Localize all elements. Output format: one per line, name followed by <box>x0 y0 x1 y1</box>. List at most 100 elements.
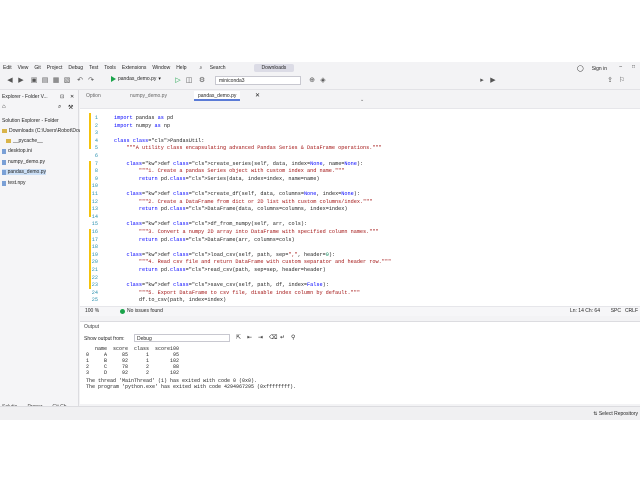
line-number: 2 <box>94 122 98 129</box>
code-line[interactable]: 11 class="kw">def class="cls">create_df(… <box>80 191 640 198</box>
code-line[interactable]: 15 class="kw">def class="cls">df_from_nu… <box>80 221 640 228</box>
find-icon[interactable]: ⇱ <box>236 334 241 341</box>
add-environment-icon[interactable]: ⊕ <box>308 77 316 85</box>
tree-item-label: pandas_demo.py <box>7 169 46 175</box>
code-line[interactable]: 8 """1. Create a pandas Series object wi… <box>80 168 640 175</box>
code-line[interactable]: 4 class class="cls">PandasUtil: <box>80 138 640 145</box>
code-line[interactable]: 22 <box>80 275 640 282</box>
code-text: """1. Create a pandas Series object with… <box>138 168 345 175</box>
redo-icon[interactable]: ↷ <box>87 77 95 85</box>
undo-icon[interactable]: ↶ <box>76 77 84 85</box>
tab-options[interactable]: Option <box>82 91 105 101</box>
code-line[interactable]: 19 class="kw">def class="cls">load_csv(s… <box>80 252 640 259</box>
tab-pandas-demo[interactable]: pandas_demo.py <box>194 91 241 101</box>
issues-indicator[interactable]: No issues found <box>120 308 163 314</box>
close-tab-icon[interactable]: ✕ <box>255 92 260 99</box>
code-line[interactable]: 24 """5. Export DataFrame to csv file, d… <box>80 290 640 297</box>
sign-in-button[interactable]: ◯ Sign in <box>574 65 610 73</box>
tree-item-test-npy[interactable]: test.npy <box>2 180 26 186</box>
code-text: return pd.class="cls">read_csv(path, sep… <box>138 267 326 273</box>
close-icon[interactable]: ✕ <box>70 94 74 100</box>
run-button[interactable]: pandas_demo.py ▾ <box>111 76 161 82</box>
menu-help[interactable]: Help <box>173 65 189 71</box>
menu-debug[interactable]: Debug <box>65 65 86 71</box>
clear-all-icon[interactable]: ⌫ <box>269 334 277 341</box>
zoom-level[interactable]: 100 % <box>85 308 99 314</box>
code-text: return pd.class="cls">Series(data, index… <box>138 175 320 182</box>
minimize-icon[interactable]: – <box>616 64 625 70</box>
python-environment-select[interactable]: miniconda3 <box>215 76 301 85</box>
tree-item-numpy-demo[interactable]: numpy_demo.py <box>2 159 45 165</box>
tree-item-pycache[interactable]: __pycache__ <box>6 138 43 144</box>
search-box[interactable]: ⌕ Search <box>193 65 231 71</box>
tab-numpy-demo[interactable]: numpy_demo.py <box>126 91 171 101</box>
code-line[interactable]: 23 class="kw">def class="cls">save_csv(s… <box>80 282 640 289</box>
forward-icon[interactable]: ▶ <box>17 77 25 85</box>
tab-overflow-icon[interactable]: ⌄ <box>360 97 364 103</box>
play-icon <box>111 76 116 82</box>
code-line[interactable]: 5 """A utility class encapsulating advan… <box>80 145 640 152</box>
code-text: import pandas as pd <box>114 115 174 121</box>
code-line[interactable]: 2 import numpy as np <box>80 123 640 130</box>
toolbar-misc-icon[interactable]: ▸ <box>478 77 486 85</box>
prev-message-icon[interactable]: ⇤ <box>247 334 252 341</box>
back-icon[interactable]: ◀ <box>6 77 14 85</box>
line-ending[interactable]: CRLF <box>625 308 638 314</box>
toolbar-run-icon[interactable]: ▶ <box>489 77 497 85</box>
menu-git[interactable]: Git <box>31 65 43 71</box>
indent-mode[interactable]: SPC <box>611 308 621 314</box>
search-icon[interactable]: ⌕ <box>58 104 61 111</box>
python-icon[interactable]: ◈ <box>319 77 327 85</box>
feedback-icon[interactable]: ⚐ <box>618 77 626 85</box>
code-text: return pd.class="cls">DataFrame(data, co… <box>138 206 348 213</box>
new-file-icon[interactable]: ▣ <box>30 77 38 85</box>
folder-root[interactable]: Downloads (C:\Users\Robot\Down <box>2 128 85 134</box>
solution-explorer-view-label: Solution Explorer - Folder <box>2 118 59 124</box>
code-line[interactable]: 13 return pd.class="cls">DataFrame(data,… <box>80 206 640 213</box>
output-line: The program 'python.exe' has exited with… <box>86 384 297 390</box>
menu-extensions[interactable]: Extensions <box>119 65 149 71</box>
home-icon[interactable]: ⌂ <box>2 104 6 110</box>
code-line[interactable]: 16 """3. Convert a numpy 2D array into D… <box>80 229 640 236</box>
code-line[interactable]: 17 return pd.class="cls">DataFrame(arr, … <box>80 237 640 244</box>
menu-tools[interactable]: Tools <box>101 65 119 71</box>
code-line[interactable]: 25 df.to_csv(path, index=index) <box>80 297 640 304</box>
run-without-debug-icon[interactable]: ▷ <box>174 77 182 85</box>
toolbar: ◀ ▶ ▣ ▤ ▦ ▧ ↶ ↷ pandas_demo.py ▾ ▷ ◫ ⚙ m… <box>0 74 640 90</box>
code-line[interactable]: 21 return pd.class="cls">read_csv(path, … <box>80 267 640 274</box>
code-text: """3. Convert a numpy 2D array into Data… <box>138 229 379 235</box>
pin-icon[interactable]: ⊡ <box>60 94 64 100</box>
wrench-icon[interactable]: ⚒ <box>68 104 73 111</box>
code-line[interactable]: 3 <box>80 130 640 137</box>
tree-item-desktop-ini[interactable]: desktop.ini <box>2 148 32 154</box>
settings-icon[interactable]: ⚙ <box>198 77 206 85</box>
output-source-select[interactable]: Debug <box>134 334 230 342</box>
code-line[interactable]: 10 <box>80 183 640 190</box>
code-line[interactable]: 1 import pandas as pd <box>80 115 640 122</box>
code-line[interactable]: 18 <box>80 244 640 251</box>
save-all-icon[interactable]: ▧ <box>63 77 71 85</box>
menu-project[interactable]: Project <box>44 65 66 71</box>
code-editor[interactable]: 1 import pandas as pd 2 import numpy as np 3… <box>80 108 640 315</box>
save-icon[interactable]: ▦ <box>52 77 60 85</box>
select-repository-button[interactable]: ⇅ Select Repository <box>593 411 638 417</box>
word-wrap-icon[interactable]: ↵ <box>280 334 285 341</box>
open-icon[interactable]: ▤ <box>41 77 49 85</box>
filter-icon[interactable]: ⚲ <box>291 334 295 341</box>
code-line[interactable]: 12 """2. Create a DataFrame from dict or… <box>80 199 640 206</box>
maximize-icon[interactable]: □ <box>629 64 638 70</box>
menu-window[interactable]: Window <box>149 65 173 71</box>
menu-edit[interactable]: Edit <box>0 65 15 71</box>
tree-item-pandas-demo[interactable]: pandas_demo.py <box>2 169 46 175</box>
code-line[interactable]: 7 class="kw">def class="cls">create_seri… <box>80 161 640 168</box>
code-line[interactable]: 14 <box>80 214 640 221</box>
code-line[interactable]: 9 return pd.class="cls">Series(data, ind… <box>80 176 640 183</box>
code-line[interactable]: 6 <box>80 153 640 160</box>
next-message-icon[interactable]: ⇥ <box>258 334 263 341</box>
menu-view[interactable]: View <box>15 65 32 71</box>
attach-icon[interactable]: ◫ <box>185 77 193 85</box>
menu-test[interactable]: Test <box>86 65 101 71</box>
code-line[interactable]: 20 """4. Read csv file and return DataFr… <box>80 259 640 266</box>
live-share-icon[interactable]: ⇪ <box>606 77 614 85</box>
tree-item-label: __pycache__ <box>13 138 43 144</box>
